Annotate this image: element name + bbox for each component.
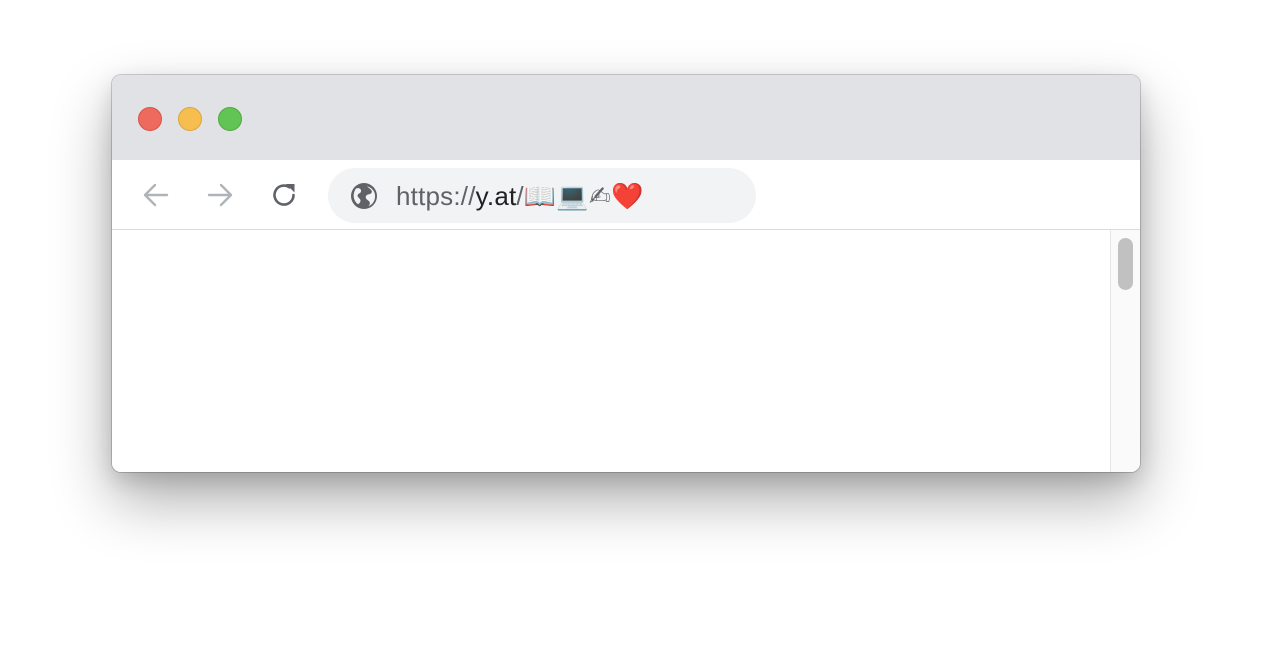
scrollbar-thumb[interactable] [1118, 238, 1133, 290]
close-window-button[interactable] [138, 107, 162, 131]
browser-toolbar: https://y.at/📖💻✍❤️ [112, 160, 1140, 230]
title-bar [112, 75, 1140, 160]
url-scheme: https:// [396, 181, 476, 211]
arrow-right-icon [207, 183, 233, 207]
reload-button[interactable] [269, 180, 299, 210]
url-path: /📖💻✍❤️ [516, 181, 644, 211]
arrow-left-icon [143, 183, 169, 207]
zoom-window-button[interactable] [218, 107, 242, 131]
globe-icon [351, 183, 377, 209]
browser-window: https://y.at/📖💻✍❤️ [112, 75, 1140, 472]
url-text: https://y.at/📖💻✍❤️ [396, 182, 644, 210]
page-content[interactable] [112, 230, 1110, 472]
url-host: y.at [475, 181, 517, 211]
back-button[interactable] [141, 180, 171, 210]
forward-button[interactable] [205, 180, 235, 210]
reload-icon [273, 184, 295, 206]
vertical-scrollbar[interactable] [1110, 230, 1140, 472]
minimize-window-button[interactable] [178, 107, 202, 131]
address-bar[interactable]: https://y.at/📖💻✍❤️ [328, 168, 756, 223]
